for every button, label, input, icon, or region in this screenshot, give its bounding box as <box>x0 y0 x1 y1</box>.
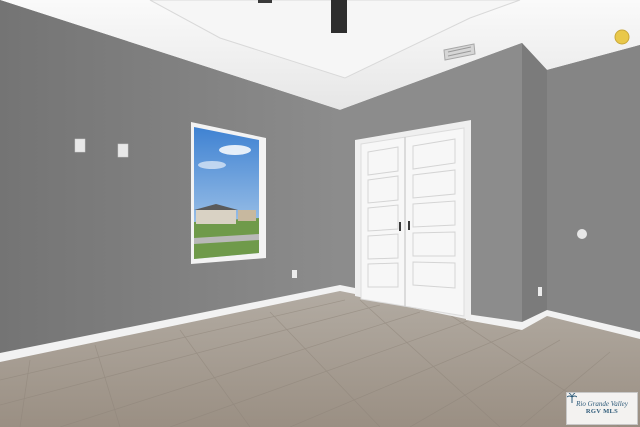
closet-side-wall <box>522 43 547 325</box>
door-handle-left <box>399 222 401 231</box>
palm-tree-icon <box>567 393 577 403</box>
room-illustration <box>0 0 640 427</box>
smoke-detector <box>614 29 630 45</box>
window <box>191 122 266 264</box>
room-photo: Rio Grande Valley RGV MLS <box>0 0 640 427</box>
wall-outlet <box>292 270 297 278</box>
wall-outlet-right <box>538 287 542 296</box>
closet-double-door <box>355 120 471 320</box>
light-switch-2 <box>117 143 129 158</box>
light-switch-1 <box>74 138 86 153</box>
right-wall <box>547 45 640 337</box>
watermark-sub-text: RGV MLS <box>585 407 619 415</box>
mls-watermark: Rio Grande Valley RGV MLS <box>566 392 638 425</box>
door-handle-right <box>408 221 410 230</box>
doorbell-button <box>577 229 587 239</box>
